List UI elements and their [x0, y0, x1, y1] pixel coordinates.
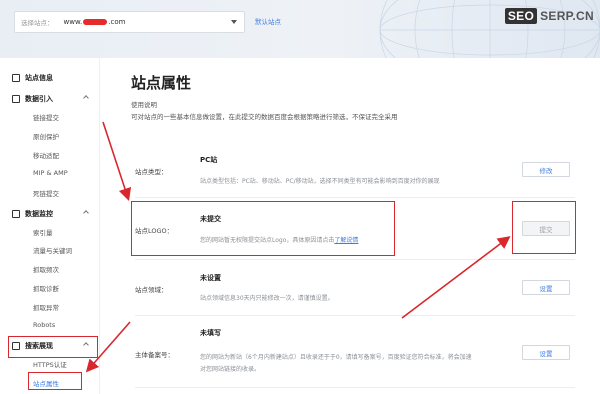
home-icon	[12, 74, 20, 82]
set-icp-button[interactable]: 设置	[522, 345, 570, 360]
sidebar-item-crawl-error[interactable]: 抓取异常	[33, 302, 59, 312]
redacted-mark	[83, 19, 108, 25]
row-value: 未设置	[200, 274, 221, 282]
sidebar-item-robots[interactable]: Robots	[33, 321, 55, 329]
usage-description: 可对站点的一些基本信息做设置，在此提交的数据百度会根据策略进行筛选，不保证完全采…	[131, 113, 398, 121]
usage-title: 使用说明	[131, 101, 157, 109]
property-row-domain: 站点领域： 未设置 站点领域信息30天内只能修改一次，请谨慎设置。 设置	[135, 260, 575, 316]
sidebar-item-dead-link[interactable]: 死链提交	[33, 188, 59, 198]
site-selector[interactable]: 选择站点： www. .com	[14, 11, 245, 33]
chevron-up-icon	[83, 95, 89, 101]
row-label: 主体备案号：	[135, 351, 174, 359]
set-domain-button[interactable]: 设置	[522, 280, 570, 295]
sidebar-item-crawl-freq[interactable]: 抓取频次	[33, 264, 59, 274]
sidebar-section-site-info[interactable]: 站点信息	[12, 73, 53, 83]
data-import-icon	[12, 95, 20, 103]
sidebar-item-original[interactable]: 原创保护	[33, 131, 59, 141]
sidebar-item-link-submit[interactable]: 链接提交	[33, 112, 59, 122]
sidebar-item-traffic[interactable]: 流量与关键词	[33, 245, 72, 255]
sidebar-section-monitoring[interactable]: 数据监控	[12, 209, 89, 219]
row-description: 站点类型包括：PC站、移动站、PC/移动站，选择不同类型有可能会影响到百度对你的…	[200, 178, 440, 185]
annotation-box-logo-row	[131, 201, 395, 256]
sidebar-section-data-import[interactable]: 数据引入	[12, 94, 89, 104]
property-row-site-type: 站点类型： PC站 站点类型包括：PC站、移动站、PC/移动站，选择不同类型有可…	[135, 140, 575, 198]
page-title: 站点属性	[131, 74, 192, 92]
annotation-box-site-properties	[28, 372, 82, 390]
sidebar-item-index[interactable]: 索引量	[33, 227, 53, 237]
sidebar-item-crawl-diag[interactable]: 抓取诊断	[33, 283, 59, 293]
row-description-2: 对您网站链接的收录。	[200, 366, 261, 373]
chart-icon	[12, 210, 20, 218]
site-select-value: www. .com	[63, 18, 126, 26]
site-select-label: 选择站点：	[21, 19, 54, 27]
row-description: 您的网站为新站（6个月内新建站点）且收录还于于0，请填写备案号，百度验证您符合标…	[200, 354, 472, 361]
row-label: 站点类型：	[135, 168, 168, 176]
row-label: 站点领域：	[135, 286, 168, 294]
sidebar-item-mip-amp[interactable]: MIP & AMP	[33, 169, 68, 177]
row-value: PC站	[200, 156, 218, 164]
sidebar-item-https[interactable]: HTTPS认证	[33, 359, 67, 369]
chevron-down-icon[interactable]	[231, 20, 237, 24]
property-row-icp: 主体备案号： 未填写 您的网站为新站（6个月内新建站点）且收录还于于0，请填写备…	[135, 316, 575, 388]
brand-logo: SEO SERP.CN	[504, 8, 594, 24]
top-banner: 选择站点： www. .com 默认站点 SEO SERP.CN	[0, 0, 600, 58]
sidebar-item-mobile[interactable]: 移动适配	[33, 150, 59, 160]
default-site-link[interactable]: 默认站点	[255, 16, 281, 26]
modify-button[interactable]: 修改	[522, 162, 570, 177]
annotation-box-submit	[512, 201, 576, 254]
row-description: 站点领域信息30天内只能修改一次，请谨慎设置。	[200, 295, 334, 302]
row-value: 未填写	[200, 329, 221, 337]
chevron-up-icon	[83, 210, 89, 216]
brand-domain: SERP.CN	[540, 9, 594, 23]
annotation-box-search-display	[8, 336, 98, 358]
brand-seo: SEO	[504, 8, 538, 24]
